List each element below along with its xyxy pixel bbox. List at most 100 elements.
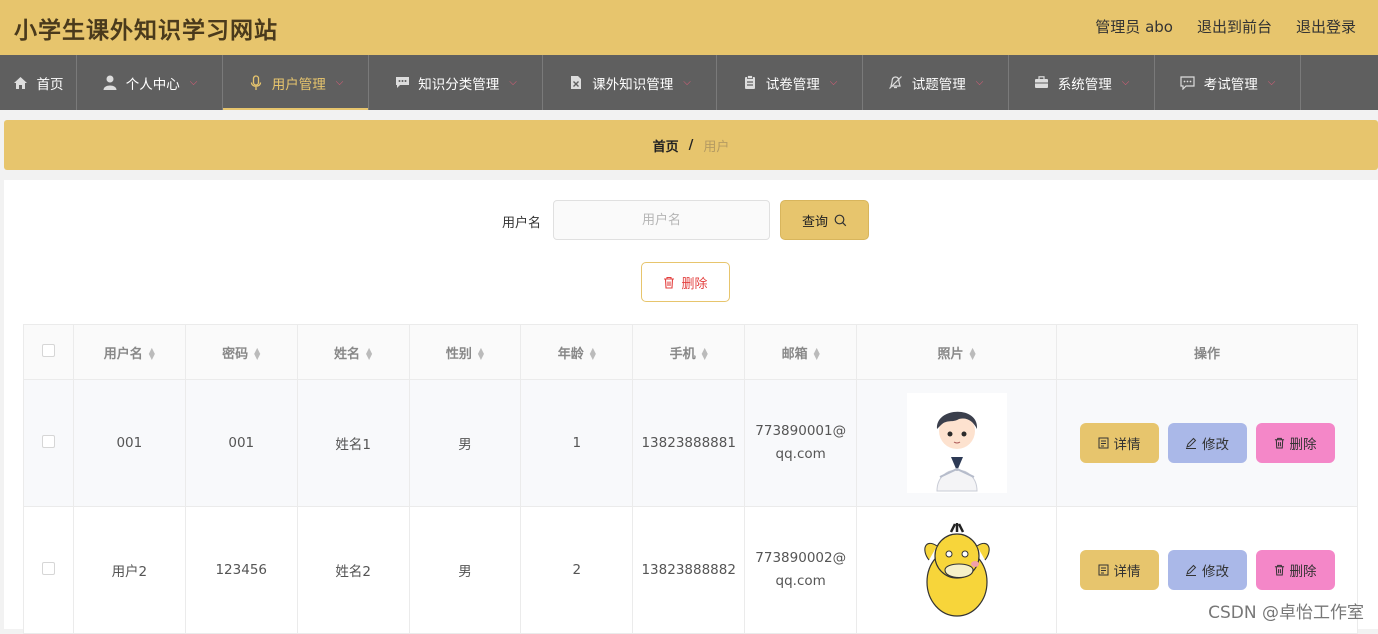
admin-label: 管理员 abo — [1095, 18, 1173, 36]
top-header: 小学生课外知识学习网站 管理员 abo 退出到前台 退出登录 — [0, 0, 1378, 55]
chevron-down-icon: ⌵ — [975, 77, 984, 88]
breadcrumb-home[interactable]: 首页 — [653, 136, 679, 155]
delete-button[interactable]: 删除 — [1255, 550, 1335, 590]
logout-link[interactable]: 退出登录 — [1296, 16, 1356, 37]
document-x-icon — [568, 75, 584, 91]
email-line: 773890002@ — [755, 550, 847, 566]
column-header-phone[interactable]: 手机 ▲ ▼ — [632, 324, 746, 380]
cell-password: 001 — [184, 379, 298, 507]
sort-icon[interactable]: ▲ ▼ — [254, 347, 260, 361]
cell-email: 773890001@ qq.com — [744, 379, 858, 507]
sort-icon[interactable]: ▲ ▼ — [149, 347, 155, 361]
boy-avatar-image — [906, 393, 1007, 493]
row-checkbox[interactable] — [41, 434, 55, 448]
main-nav: 首页 个人中心 ⌵ 用户管理 ⌵ 知识分类管理 ⌵ 课外知识管理 ⌵ 试卷管理 … — [0, 55, 1378, 110]
document-icon — [1098, 564, 1108, 576]
nav-item-question-management[interactable]: 试题管理 ⌵ — [863, 55, 1009, 110]
email-line: qq.com — [775, 446, 826, 462]
cell-photo — [856, 506, 1058, 634]
sort-icon[interactable]: ▲ ▼ — [590, 347, 596, 361]
cell-username: 用户2 — [72, 506, 186, 634]
sort-icon[interactable]: ▲ ▼ — [478, 347, 484, 361]
microphone-icon — [248, 74, 264, 91]
batch-delete-button[interactable]: 删除 — [641, 262, 730, 302]
column-header-age[interactable]: 年龄 ▲ ▼ — [520, 324, 634, 380]
nav-label: 课外知识管理 — [592, 76, 674, 93]
breadcrumb-separator: / — [688, 137, 694, 153]
row-checkbox[interactable] — [41, 561, 55, 575]
column-header-gender[interactable]: 性别 ▲ ▼ — [408, 324, 522, 380]
edit-button[interactable]: 修改 — [1167, 550, 1247, 590]
detail-button-label: 详情 — [1113, 437, 1141, 453]
column-header-name[interactable]: 姓名 ▲ ▼ — [296, 324, 410, 380]
table-row: 用户2 123456 姓名2 男 2 13823888882 773890002… — [23, 506, 1358, 634]
nav-label: 系统管理 — [1057, 76, 1112, 93]
chevron-down-icon: ⌵ — [1121, 77, 1130, 88]
cell-gender: 男 — [408, 379, 522, 507]
table-row: 001 001 姓名1 男 1 13823888881 773890001@ qq… — [23, 379, 1358, 507]
row-select-cell — [23, 506, 74, 634]
delete-button-label: 删除 — [1289, 437, 1317, 453]
users-table: 用户名 ▲ ▼ 密码 ▲ ▼ 姓名 ▲ ▼ 性别 ▲ ▼ 年龄 ▲ ▼ 手机 ▲ ▼ 邮箱 ▲ ▼ 照片 ▲ ▼… — [23, 324, 1358, 634]
briefcase-icon — [1034, 75, 1050, 91]
nav-label: 试卷管理 — [765, 76, 820, 93]
nav-item-exam-management[interactable]: 考试管理 ⌵ — [1155, 55, 1301, 110]
main-panel: 用户名 查询 删除 用户名▲▼ 密码▲▼ 姓名▲▼ 性别▲▼ 年龄▲▼ 手机▲▼… — [4, 180, 1378, 634]
column-header-email[interactable]: 邮箱 ▲ ▼ — [744, 324, 858, 380]
document-icon — [1098, 437, 1108, 449]
batch-delete-label: 删除 — [681, 276, 708, 292]
nav-item-extracurricular-knowledge[interactable]: 课外知识管理 ⌵ — [543, 55, 717, 110]
search-button[interactable]: 查询 — [780, 200, 869, 240]
cell-email: 773890002@ qq.com — [744, 506, 858, 634]
nav-label: 个人中心 — [125, 76, 180, 93]
table-header-row: 用户名 ▲ ▼ 密码 ▲ ▼ 姓名 ▲ ▼ 性别 ▲ ▼ 年龄 ▲ ▼ 手机 ▲ ▼ 邮箱 ▲ ▼ 照片 ▲ ▼… — [23, 324, 1358, 380]
nav-label: 首页 — [36, 76, 64, 93]
cell-name: 姓名2 — [296, 506, 410, 634]
edit-button-label: 修改 — [1202, 437, 1229, 453]
cell-actions: 详情 修改 删除 — [1056, 379, 1358, 507]
detail-button-label: 详情 — [1113, 564, 1141, 580]
detail-button[interactable]: 详情 — [1079, 423, 1159, 463]
nav-item-paper-management[interactable]: 试卷管理 ⌵ — [717, 55, 863, 110]
edit-button[interactable]: 修改 — [1167, 423, 1247, 463]
nav-item-user-management[interactable]: 用户管理 ⌵ — [223, 55, 369, 110]
detail-button[interactable]: 详情 — [1079, 550, 1159, 590]
yellow-duck-avatar-image — [906, 520, 1007, 620]
breadcrumb-current: 用户 — [703, 139, 730, 155]
select-all-checkbox[interactable] — [41, 343, 55, 357]
edit-button-label: 修改 — [1202, 564, 1229, 580]
delete-button[interactable]: 删除 — [1255, 423, 1335, 463]
bell-off-icon — [888, 75, 904, 91]
sort-icon[interactable]: ▲ ▼ — [366, 347, 372, 361]
search-row: 用户名 查询 — [4, 200, 1378, 240]
trash-icon — [1274, 564, 1284, 576]
column-header-username[interactable]: 用户名 ▲ ▼ — [72, 324, 186, 380]
chevron-down-icon: ⌵ — [1267, 77, 1276, 88]
sort-icon[interactable]: ▲ ▼ — [970, 347, 976, 361]
nav-item-knowledge-category[interactable]: 知识分类管理 ⌵ — [369, 55, 543, 110]
nav-item-personal-center[interactable]: 个人中心 ⌵ — [77, 55, 223, 110]
message-icon — [1180, 75, 1196, 91]
trash-icon — [1274, 437, 1284, 449]
back-to-front-link[interactable]: 退出到前台 — [1197, 16, 1272, 37]
nav-label: 考试管理 — [1203, 76, 1258, 93]
cell-age: 2 — [520, 506, 634, 634]
column-header-password[interactable]: 密码 ▲ ▼ — [184, 324, 298, 380]
column-header-actions: 操作 — [1056, 324, 1358, 380]
cell-name: 姓名1 — [296, 379, 410, 507]
select-all-cell — [23, 324, 74, 380]
email-line: qq.com — [775, 573, 826, 589]
sort-icon[interactable]: ▲ ▼ — [702, 347, 708, 361]
delete-button-label: 删除 — [1289, 564, 1317, 580]
cell-age: 1 — [520, 379, 634, 507]
chevron-down-icon: ⌵ — [683, 77, 691, 88]
username-search-input[interactable] — [553, 200, 770, 240]
watermark: CSDN @卓怡工作室 — [1208, 603, 1364, 623]
edit-icon — [1186, 437, 1197, 449]
nav-item-home[interactable]: 首页 — [0, 55, 77, 110]
column-header-photo[interactable]: 照片 ▲ ▼ — [856, 324, 1058, 380]
nav-item-system-management[interactable]: 系统管理 ⌵ — [1009, 55, 1155, 110]
sort-icon[interactable]: ▲ ▼ — [814, 347, 820, 361]
header-actions: 管理员 abo 退出到前台 退出登录 — [1095, 16, 1356, 37]
edit-icon — [1186, 564, 1197, 576]
